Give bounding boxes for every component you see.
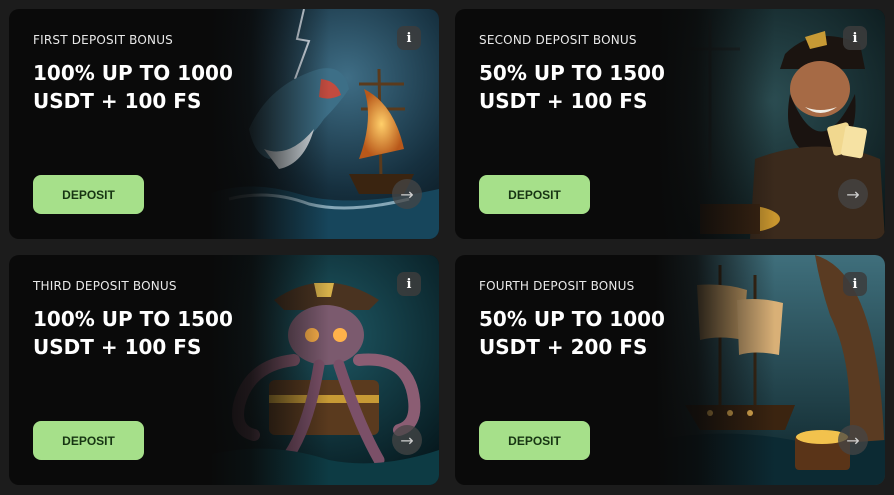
- art-fade-overlay: [655, 255, 775, 485]
- headline-line-1: 50% UP TO 1000: [479, 307, 665, 331]
- headline-line-2: USDT + 100 FS: [33, 89, 202, 113]
- bonus-headline: 50% UP TO 1500 USDT + 100 FS: [479, 59, 719, 115]
- headline-line-1: 100% UP TO 1500: [33, 307, 233, 331]
- arrow-right-icon[interactable]: →: [392, 179, 422, 209]
- info-icon[interactable]: i: [397, 272, 421, 296]
- art-fade-overlay: [209, 255, 329, 485]
- headline-line-2: USDT + 100 FS: [479, 89, 648, 113]
- bonus-subtitle: FOURTH DEPOSIT BONUS: [479, 279, 635, 293]
- bonus-headline: 100% UP TO 1000 USDT + 100 FS: [33, 59, 273, 115]
- bonus-card-first[interactable]: FIRST DEPOSIT BONUS 100% UP TO 1000 USDT…: [9, 9, 439, 239]
- headline-line-2: USDT + 200 FS: [479, 335, 648, 359]
- bonus-card-third[interactable]: THIRD DEPOSIT BONUS 100% UP TO 1500 USDT…: [9, 255, 439, 485]
- arrow-right-icon[interactable]: →: [392, 425, 422, 455]
- info-icon[interactable]: i: [843, 26, 867, 50]
- bonus-card-fourth[interactable]: FOURTH DEPOSIT BONUS 50% UP TO 1000 USDT…: [455, 255, 885, 485]
- bonus-subtitle: FIRST DEPOSIT BONUS: [33, 33, 173, 47]
- headline-line-1: 100% UP TO 1000: [33, 61, 233, 85]
- info-icon[interactable]: i: [843, 272, 867, 296]
- headline-line-1: 50% UP TO 1500: [479, 61, 665, 85]
- bonus-headline: 50% UP TO 1000 USDT + 200 FS: [479, 305, 719, 361]
- info-icon[interactable]: i: [397, 26, 421, 50]
- arrow-right-icon[interactable]: →: [838, 425, 868, 455]
- deposit-button[interactable]: DEPOSIT: [33, 175, 144, 214]
- bonus-headline: 100% UP TO 1500 USDT + 100 FS: [33, 305, 273, 361]
- deposit-button[interactable]: DEPOSIT: [479, 175, 590, 214]
- art-fade-overlay: [655, 9, 775, 239]
- deposit-button[interactable]: DEPOSIT: [479, 421, 590, 460]
- headline-line-2: USDT + 100 FS: [33, 335, 202, 359]
- bonus-card-second[interactable]: SECOND DEPOSIT BONUS 50% UP TO 1500 USDT…: [455, 9, 885, 239]
- deposit-button[interactable]: DEPOSIT: [33, 421, 144, 460]
- bonus-grid: FIRST DEPOSIT BONUS 100% UP TO 1000 USDT…: [0, 0, 894, 495]
- arrow-right-icon[interactable]: →: [838, 179, 868, 209]
- art-fade-overlay: [209, 9, 329, 239]
- bonus-subtitle: SECOND DEPOSIT BONUS: [479, 33, 637, 47]
- bonus-subtitle: THIRD DEPOSIT BONUS: [33, 279, 177, 293]
